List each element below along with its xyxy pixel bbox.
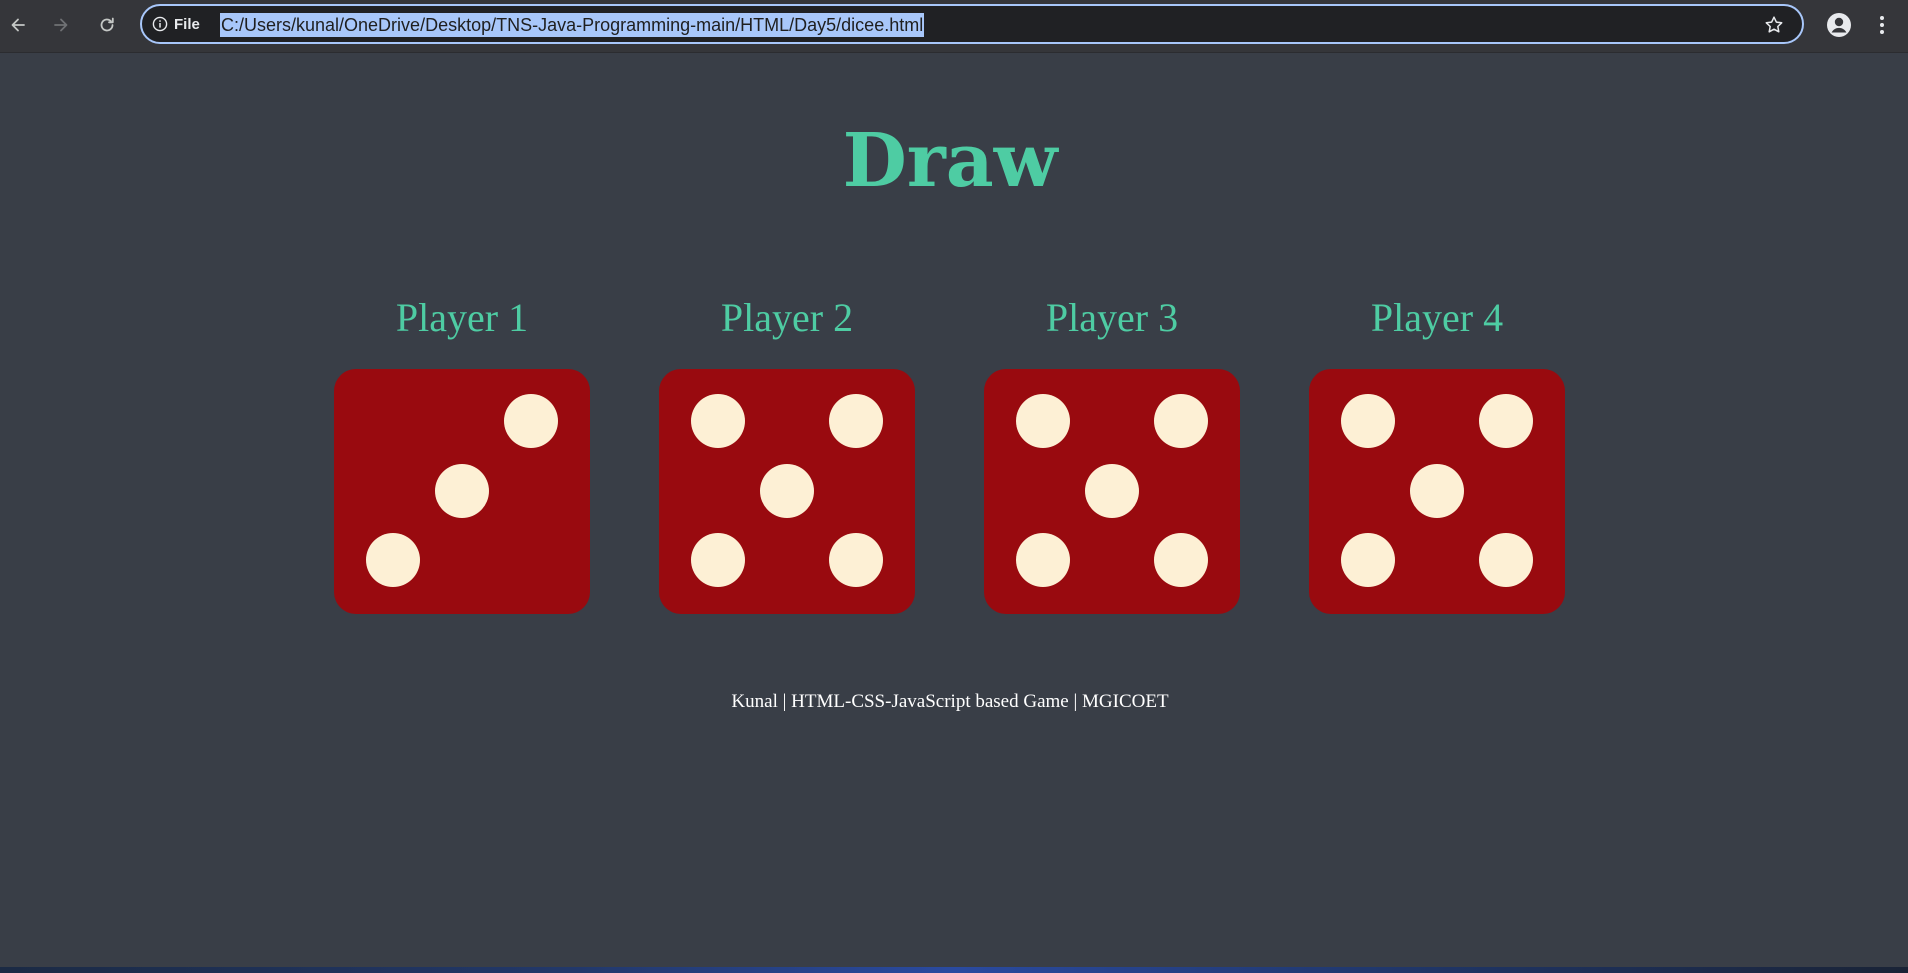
die-pip xyxy=(691,394,745,448)
arrow-left-icon xyxy=(11,18,25,32)
player-4-label: Player 4 xyxy=(1370,295,1504,340)
die-pip xyxy=(760,464,814,518)
url-text[interactable]: C:/Users/kunal/OneDrive/Desktop/TNS-Java… xyxy=(220,13,925,37)
reload-icon xyxy=(100,17,114,32)
back-button[interactable] xyxy=(4,11,32,39)
die-pip xyxy=(829,533,883,587)
player-1-die xyxy=(334,369,590,614)
star-icon[interactable] xyxy=(1764,15,1784,35)
player-2-column: Player 2 xyxy=(659,293,915,614)
site-info-label: File xyxy=(174,15,200,33)
die-pip xyxy=(1016,394,1070,448)
die-pip xyxy=(1341,394,1395,448)
taskbar-edge xyxy=(0,967,1908,973)
player-2-label: Player 2 xyxy=(720,295,854,340)
info-icon xyxy=(152,16,168,32)
die-pip xyxy=(691,533,745,587)
profile-icon[interactable] xyxy=(1826,12,1852,38)
die-pip xyxy=(366,533,420,587)
die-pip xyxy=(1154,394,1208,448)
site-info-button[interactable]: File xyxy=(152,14,200,34)
die-pip xyxy=(504,394,558,448)
player-1-label: Player 1 xyxy=(395,295,529,340)
die-pip xyxy=(1479,533,1533,587)
player-3-column: Player 3 xyxy=(984,293,1240,614)
kebab-menu-icon[interactable] xyxy=(1872,12,1892,38)
game-page: Draw Player 1 Player 2 Player 3 Player 4… xyxy=(0,53,1908,967)
player-2-die xyxy=(659,369,915,614)
player-4-column: Player 4 xyxy=(1309,293,1565,614)
die-pip xyxy=(1016,533,1070,587)
arrow-right-icon xyxy=(54,18,68,32)
die-pip xyxy=(1479,394,1533,448)
die-pip xyxy=(829,394,883,448)
reload-button[interactable] xyxy=(93,11,121,39)
die-pip xyxy=(435,464,489,518)
forward-button[interactable] xyxy=(47,11,75,39)
address-bar[interactable]: File C:/Users/kunal/OneDrive/Desktop/TNS… xyxy=(140,4,1804,44)
die-pip xyxy=(1341,533,1395,587)
player-4-die xyxy=(1309,369,1565,614)
player-3-die xyxy=(984,369,1240,614)
die-pip xyxy=(1154,533,1208,587)
footer-credit: Kunal | HTML-CSS-JavaScript based Game |… xyxy=(731,691,1169,712)
player-3-label: Player 3 xyxy=(1045,295,1179,340)
die-pip xyxy=(1410,464,1464,518)
die-pip xyxy=(1085,464,1139,518)
player-1-column: Player 1 xyxy=(334,293,590,614)
result-title: Draw xyxy=(842,118,1058,204)
browser-toolbar: File C:/Users/kunal/OneDrive/Desktop/TNS… xyxy=(0,0,1908,53)
